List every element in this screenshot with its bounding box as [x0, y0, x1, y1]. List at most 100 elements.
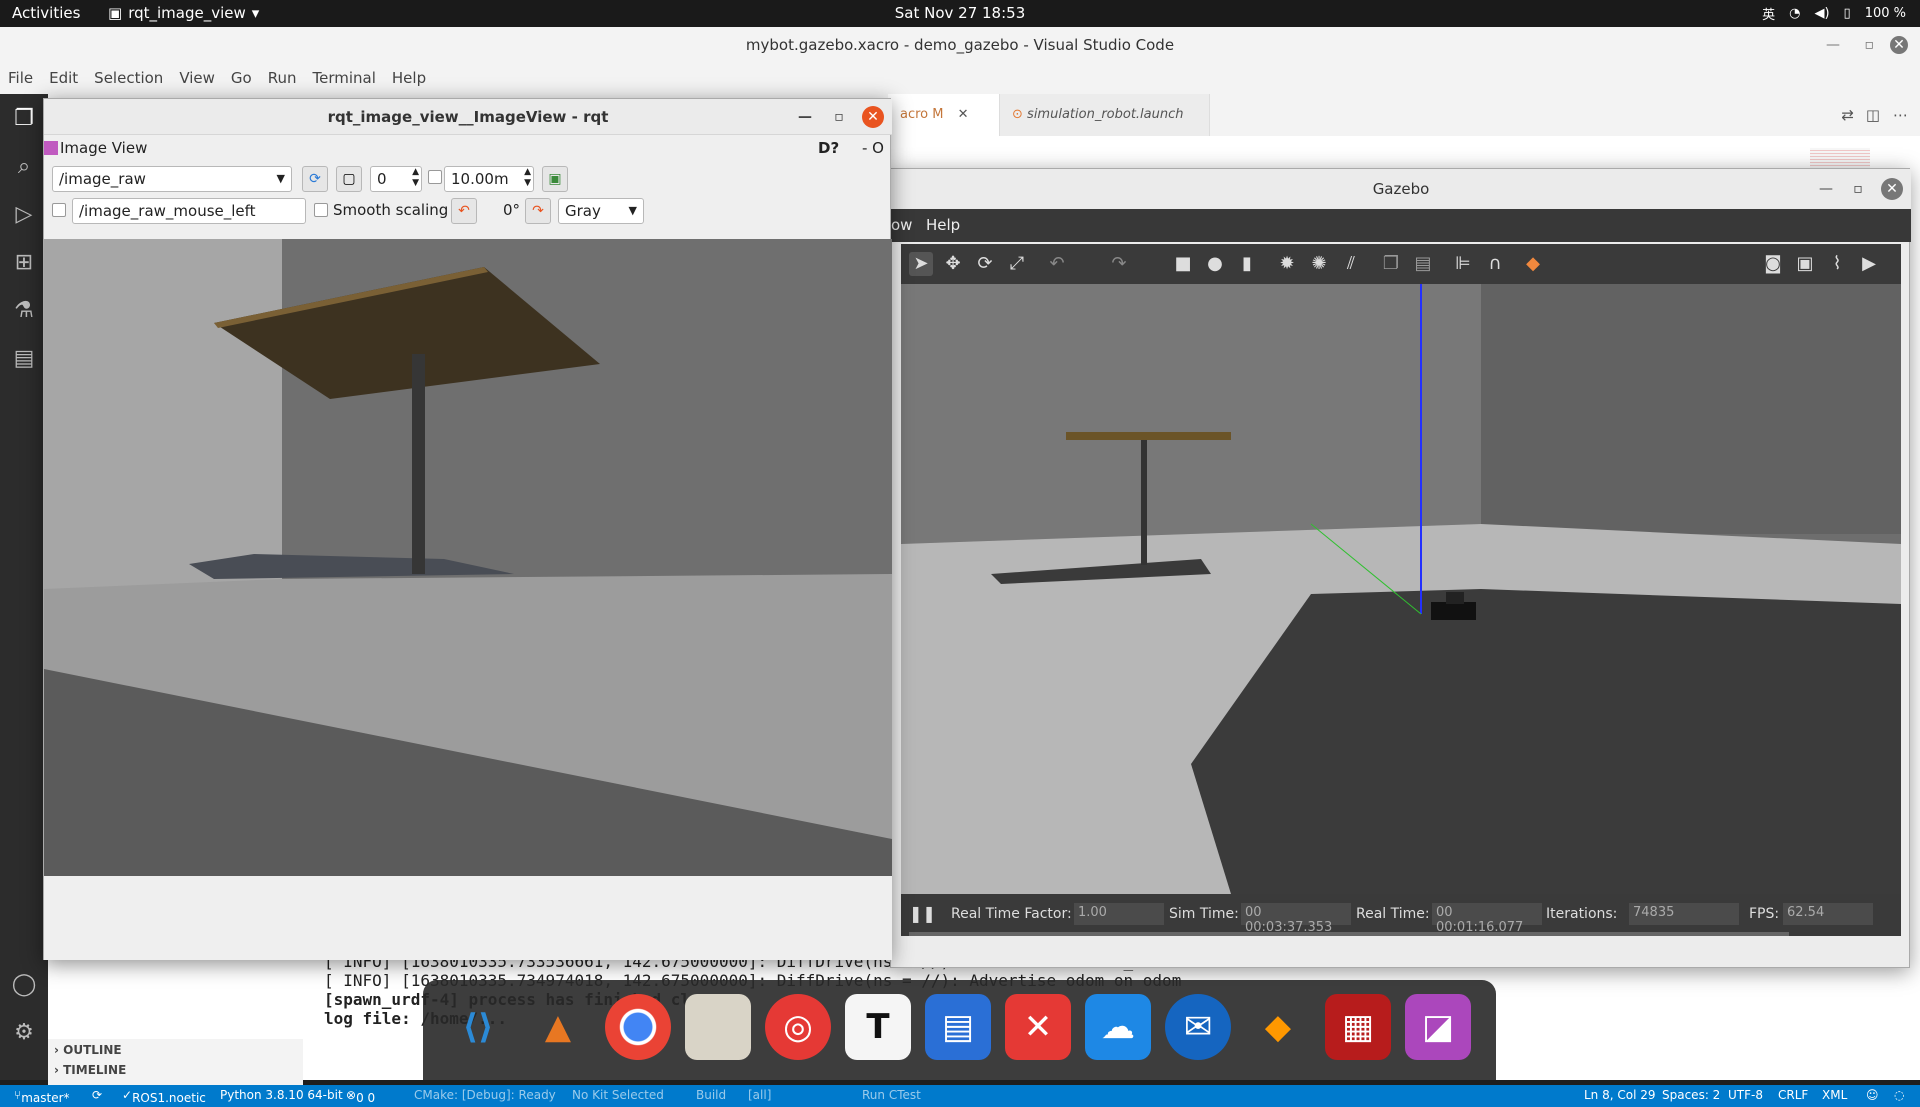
explorer-icon[interactable]: ❐ [10, 106, 38, 134]
directional-light-icon[interactable]: ⫽ [1339, 252, 1363, 276]
minimize-button[interactable]: — [1815, 178, 1837, 200]
sync-icon[interactable]: ⟳ [92, 1088, 102, 1102]
align-icon[interactable]: ⊫ [1451, 252, 1475, 276]
close-button[interactable]: ✕ [862, 106, 884, 128]
topic-selector[interactable]: /image_raw ▼ [52, 166, 292, 192]
translate-mode-icon[interactable]: ✥ [941, 252, 965, 276]
indentation[interactable]: Spaces: 2 [1662, 1088, 1720, 1102]
gazebo-3d-view[interactable] [901, 284, 1901, 894]
max-range-spinbox[interactable]: 10.00m ▲ ▼ [444, 166, 534, 192]
feedback-icon[interactable]: ☺ [1866, 1088, 1879, 1102]
menu-window[interactable]: ow [891, 216, 912, 234]
minimize-button[interactable]: — [1826, 27, 1840, 63]
paste-icon[interactable]: ▤ [1411, 252, 1435, 276]
system-tray[interactable]: 英 ◔ ◀) ▯ 100 % [1762, 4, 1906, 23]
zoom-1-button[interactable]: ▢ [336, 166, 362, 192]
spin-arrows-icon[interactable]: ▲ ▼ [412, 167, 419, 189]
log-icon[interactable]: ▣ [1793, 252, 1817, 276]
spin-arrows-icon[interactable]: ▲ ▼ [524, 167, 531, 189]
eol[interactable]: CRLF [1778, 1088, 1808, 1102]
close-button[interactable]: ✕ [1881, 178, 1903, 200]
rotate-left-button[interactable]: ↶ [451, 198, 477, 224]
image-display[interactable] [44, 239, 892, 876]
menu-view[interactable]: View [171, 63, 223, 94]
vscode-icon[interactable]: ⟨⟩ [445, 994, 511, 1060]
redo-icon[interactable]: ↷ [1107, 252, 1131, 276]
rotate-mode-icon[interactable]: ⟳ [973, 252, 997, 276]
tab-xacro[interactable]: acro M ✕ [888, 94, 1000, 136]
kit-status[interactable]: No Kit Selected [572, 1088, 664, 1102]
split-editor-icon[interactable]: ◫ [1866, 106, 1880, 124]
problems-status[interactable]: ⊗ 0 0 [346, 1088, 375, 1105]
zoom-spinbox[interactable]: 0 ▲ ▼ [370, 166, 422, 192]
point-light-icon[interactable]: ✹ [1275, 252, 1299, 276]
scale-mode-icon[interactable]: ⤢ [1005, 252, 1029, 276]
box-shape-icon[interactable]: ■ [1171, 252, 1195, 276]
extensions-icon[interactable]: ⊞ [10, 250, 38, 278]
gear-icon[interactable]: ⚙ [10, 1020, 38, 1048]
build-target[interactable]: [all] [748, 1088, 771, 1102]
undo-icon[interactable]: ↶ [1045, 252, 1069, 276]
maximize-button[interactable]: ▫ [1847, 178, 1869, 200]
netease-music-icon[interactable]: ◎ [765, 994, 831, 1060]
typora-icon[interactable]: T [845, 994, 911, 1060]
clock[interactable]: Sat Nov 27 18:53 [0, 4, 1920, 22]
activities-button[interactable]: Activities [12, 4, 80, 22]
sublime-icon[interactable]: ◆ [1245, 994, 1311, 1060]
rotate-right-button[interactable]: ↷ [525, 198, 551, 224]
plugin-help-button[interactable]: D? [818, 139, 839, 157]
select-mode-icon[interactable]: ➤ [909, 252, 933, 276]
menu-go[interactable]: Go [223, 63, 260, 94]
menu-help[interactable]: Help [384, 63, 434, 94]
cloud-icon[interactable]: ☁ [1085, 994, 1151, 1060]
colormap-selector[interactable]: Gray ▼ [558, 198, 644, 224]
xmind-icon[interactable]: ✕ [1005, 994, 1071, 1060]
plugin-window-controls[interactable]: - O [862, 139, 884, 157]
change-view-icon[interactable]: ◆ [1521, 252, 1545, 276]
bell-icon[interactable]: ◌ [1894, 1088, 1904, 1102]
refresh-topics-button[interactable]: ⟳ [302, 166, 328, 192]
spot-light-icon[interactable]: ✺ [1307, 252, 1331, 276]
ctest-button[interactable]: Run CTest [862, 1088, 921, 1102]
run-debug-icon[interactable]: ▷ [10, 202, 38, 230]
input-method-indicator[interactable]: 英 [1762, 4, 1775, 23]
language-mode[interactable]: XML [1822, 1088, 1847, 1102]
more-actions-icon[interactable]: ⋯ [1893, 106, 1908, 124]
plot-icon[interactable]: ⌇ [1825, 252, 1849, 276]
encoding[interactable]: UTF-8 [1728, 1088, 1763, 1102]
testing-icon[interactable]: ⚗ [10, 298, 38, 326]
scrollbar[interactable] [909, 932, 1789, 936]
python-interpreter[interactable]: Python 3.8.10 64-bit [220, 1088, 343, 1102]
build-button[interactable]: Build [696, 1088, 726, 1102]
menu-terminal[interactable]: Terminal [305, 63, 384, 94]
remote-explorer-icon[interactable]: ▤ [10, 346, 38, 374]
section-timeline[interactable]: › TIMELINE [48, 1061, 303, 1079]
smooth-scaling-checkbox[interactable] [314, 203, 328, 217]
dynamic-range-checkbox[interactable] [428, 170, 442, 184]
save-image-button[interactable]: ▣ [542, 166, 568, 192]
files-icon[interactable] [685, 994, 751, 1060]
cylinder-shape-icon[interactable]: ▮ [1235, 252, 1259, 276]
chrome-icon[interactable] [605, 994, 671, 1060]
menu-run[interactable]: Run [260, 63, 305, 94]
video-record-icon[interactable]: ▶ [1857, 252, 1881, 276]
sphere-shape-icon[interactable]: ● [1203, 252, 1227, 276]
screen-recorder-icon[interactable]: ▦ [1325, 994, 1391, 1060]
menu-selection[interactable]: Selection [86, 63, 171, 94]
cmake-status[interactable]: CMake: [Debug]: Ready [414, 1088, 556, 1102]
cursor-position[interactable]: Ln 8, Col 29 [1584, 1088, 1656, 1102]
menu-file[interactable]: File [0, 63, 41, 94]
writer-icon[interactable]: ▤ [925, 994, 991, 1060]
matlab-icon[interactable]: ▲ [525, 994, 591, 1060]
mouse-topic-input[interactable]: /image_raw_mouse_left [72, 198, 306, 224]
close-button[interactable]: ✕ [1890, 36, 1908, 54]
maximize-button[interactable]: ▫ [828, 106, 850, 128]
maximize-button[interactable]: ▫ [1865, 27, 1875, 63]
ros-status[interactable]: ✓ ROS1.noetic [122, 1088, 206, 1105]
menu-edit[interactable]: Edit [41, 63, 86, 94]
section-outline[interactable]: › OUTLINE [48, 1039, 303, 1061]
branch-status[interactable]: ⑂ master* [14, 1088, 70, 1105]
minimize-button[interactable]: — [794, 106, 816, 128]
pause-button[interactable]: ❚❚ [909, 904, 936, 923]
compare-icon[interactable]: ⇄ [1841, 106, 1854, 124]
